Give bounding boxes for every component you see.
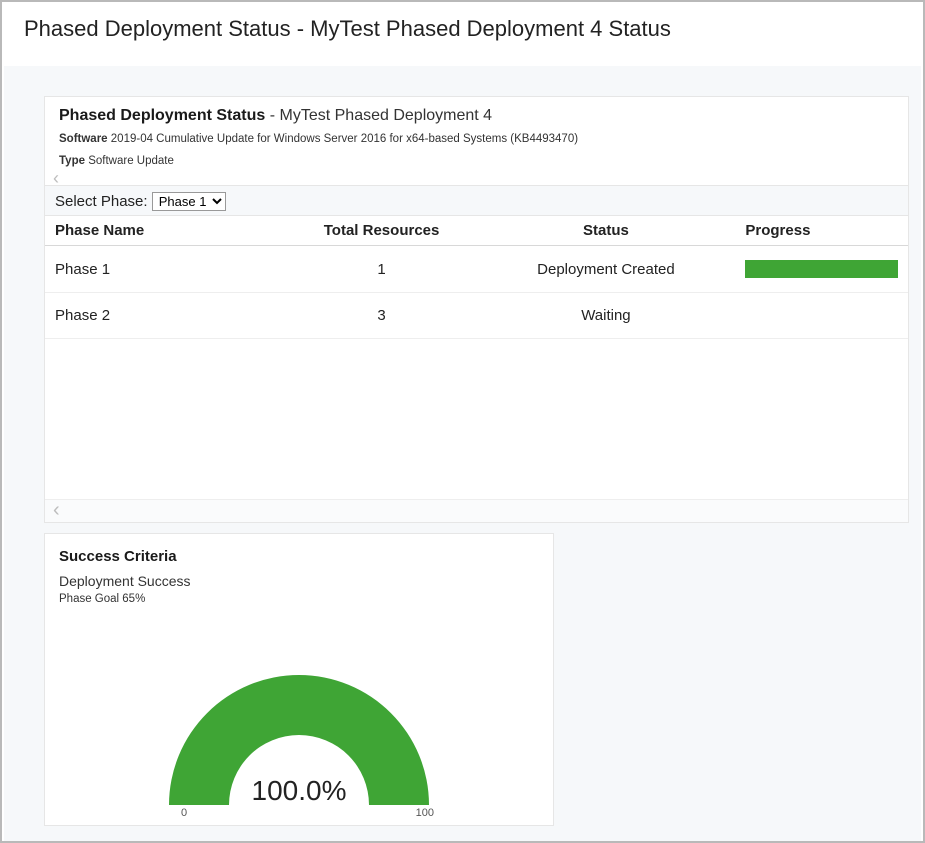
chevron-left-icon: ‹	[53, 499, 60, 521]
cell-progress	[735, 246, 908, 293]
card-title: Success Criteria	[59, 548, 539, 565]
cell-progress	[735, 293, 908, 339]
panel-title-sep: -	[270, 107, 280, 124]
type-line: Type Software Update	[45, 145, 908, 169]
cell-phase-name: Phase 1	[45, 246, 287, 293]
gauge-tick-min: 0	[181, 807, 187, 819]
select-phase-dropdown[interactable]: Phase 1	[152, 192, 226, 211]
type-label: Type	[59, 155, 85, 167]
cell-phase-name: Phase 2	[45, 293, 287, 339]
card-goal: Phase Goal 65%	[59, 593, 539, 605]
col-phase-name[interactable]: Phase Name	[45, 216, 287, 246]
success-criteria-card: Success Criteria Deployment Success Phas…	[44, 533, 554, 826]
cell-resources: 1	[287, 246, 477, 293]
cell-resources: 3	[287, 293, 477, 339]
table-header-row: Phase Name Total Resources Status Progre…	[45, 216, 908, 246]
panel-title-prefix: Phased Deployment Status	[59, 107, 265, 124]
panel-title: Phased Deployment Status - MyTest Phased…	[59, 107, 492, 124]
cell-status: Waiting	[476, 293, 735, 339]
col-status[interactable]: Status	[476, 216, 735, 246]
app-frame: Phased Deployment Status - MyTest Phased…	[0, 0, 925, 843]
panel-title-suffix: MyTest Phased Deployment 4	[280, 107, 493, 124]
back-button-top[interactable]: ‹	[45, 169, 908, 185]
table-row[interactable]: Phase 1 1 Deployment Created	[45, 246, 908, 293]
chevron-left-icon: ‹	[53, 168, 59, 188]
card-subtitle: Deployment Success	[59, 573, 539, 589]
cell-status: Deployment Created	[476, 246, 735, 293]
back-button-bottom[interactable]: ‹	[45, 499, 908, 522]
phase-panel: Phased Deployment Status - MyTest Phased…	[44, 96, 909, 523]
phase-table: Phase Name Total Resources Status Progre…	[45, 216, 908, 339]
select-phase-row: Select Phase: Phase 1	[45, 185, 908, 216]
content-area: Phased Deployment Status - MyTest Phased…	[4, 66, 921, 843]
software-value: 2019-04 Cumulative Update for Windows Se…	[111, 133, 578, 145]
col-progress[interactable]: Progress	[735, 216, 908, 246]
table-filler	[45, 339, 908, 499]
select-phase-label: Select Phase:	[55, 193, 148, 210]
type-value: Software Update	[88, 155, 174, 167]
gauge-chart: 100.0% 0 100	[109, 615, 489, 815]
page-title: Phased Deployment Status - MyTest Phased…	[2, 2, 923, 48]
gauge-tick-max: 100	[416, 807, 434, 819]
software-line: Software 2019-04 Cumulative Update for W…	[45, 125, 908, 145]
gauge-value-label: 100.0%	[252, 775, 347, 807]
panel-header: Phased Deployment Status - MyTest Phased…	[45, 97, 908, 125]
table-row[interactable]: Phase 2 3 Waiting	[45, 293, 908, 339]
col-total-resources[interactable]: Total Resources	[287, 216, 477, 246]
software-label: Software	[59, 133, 108, 145]
progress-bar	[745, 260, 898, 278]
